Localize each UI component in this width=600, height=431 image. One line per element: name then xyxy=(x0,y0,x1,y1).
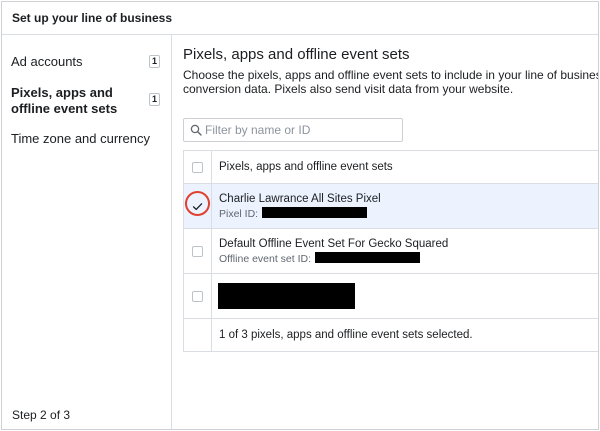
section-description: Choose the pixels, apps and offline even… xyxy=(183,68,599,96)
table-row[interactable]: Default Offline Event Set For Gecko Squa… xyxy=(184,229,598,274)
table-row[interactable] xyxy=(184,274,598,319)
pixels-count-badge: 1 xyxy=(149,93,160,106)
step-counter: Step 2 of 3 xyxy=(12,408,71,422)
row-checkbox-checked[interactable] xyxy=(192,201,203,212)
redacted-id xyxy=(315,252,421,263)
main-panel: Pixels, apps and offline event sets Choo… xyxy=(173,35,599,429)
footer-spacer-cell xyxy=(184,319,212,351)
table-footer-row: 1 of 3 pixels, apps and offline event se… xyxy=(184,319,598,352)
dialog-header: Set up your line of business xyxy=(2,2,598,35)
row-checkbox[interactable] xyxy=(192,246,203,257)
row-name: Charlie Lawrance All Sites Pixel xyxy=(219,193,381,205)
row-check-cell xyxy=(184,274,212,318)
redacted-name xyxy=(218,283,355,309)
pixels-table: Pixels, apps and offline event sets Char… xyxy=(183,150,598,352)
ad-accounts-count-badge: 1 xyxy=(149,55,160,68)
description-line-2: conversion data. Pixels also send visit … xyxy=(183,82,514,96)
steps-sidebar: Ad accounts 1 Pixels, apps and offline e… xyxy=(2,35,172,429)
row-id-line: Pixel ID: xyxy=(219,207,368,220)
row-check-cell xyxy=(184,229,212,273)
setup-dialog: Set up your line of business Ad accounts… xyxy=(1,1,599,430)
dialog-title: Set up your line of business xyxy=(12,11,173,25)
redacted-id xyxy=(262,207,368,218)
table-row[interactable]: Charlie Lawrance All Sites Pixel Pixel I… xyxy=(184,184,598,229)
filter-search-box[interactable] xyxy=(183,118,403,142)
table-header-label: Pixels, apps and offline event sets xyxy=(219,161,393,173)
sidebar-step-time-zone[interactable]: Time zone and currency xyxy=(11,131,150,147)
select-all-checkbox[interactable] xyxy=(192,162,203,173)
checkmark-icon xyxy=(192,203,203,211)
row-name: Default Offline Event Set For Gecko Squa… xyxy=(219,238,449,250)
sidebar-step-pixels[interactable]: Pixels, apps and offline event sets xyxy=(11,85,126,117)
table-header-row: Pixels, apps and offline event sets xyxy=(184,151,598,184)
row-id-label: Pixel ID: xyxy=(219,208,259,220)
select-all-cell xyxy=(184,151,212,183)
row-id-label: Offline event set ID: xyxy=(219,253,312,265)
section-title: Pixels, apps and offline event sets xyxy=(183,46,410,63)
filter-input[interactable] xyxy=(205,121,400,139)
description-line-1: Choose the pixels, apps and offline even… xyxy=(183,68,599,82)
row-checkbox[interactable] xyxy=(192,291,203,302)
row-check-cell xyxy=(184,184,212,228)
search-icon xyxy=(190,124,202,136)
selection-summary: 1 of 3 pixels, apps and offline event se… xyxy=(219,329,473,341)
sidebar-step-ad-accounts[interactable]: Ad accounts xyxy=(11,54,83,70)
row-id-line: Offline event set ID: xyxy=(219,252,421,265)
